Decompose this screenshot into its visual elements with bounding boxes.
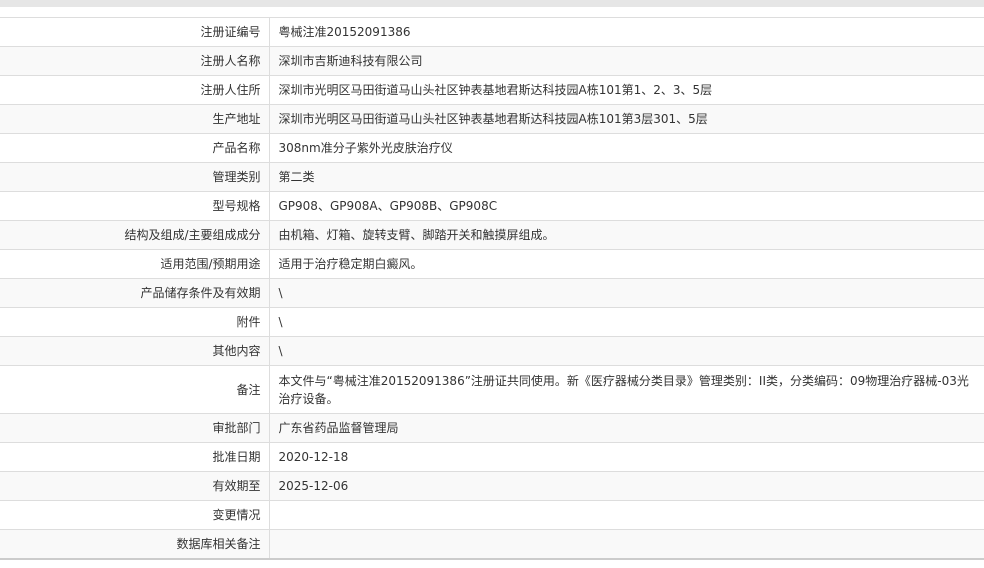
table-row: 管理类别 第二类 xyxy=(0,162,984,192)
table-row: 生产地址 深圳市光明区马田街道马山头社区钟表基地君斯达科技园A栋101第3层30… xyxy=(0,104,984,134)
table-row: 产品名称 308nm准分子紫外光皮肤治疗仪 xyxy=(0,133,984,163)
table-row: 备注 本文件与“粤械注准20152091386”注册证共同使用。新《医疗器械分类… xyxy=(0,365,984,414)
table-row: 其他内容 \ xyxy=(0,336,984,366)
row-value: 广东省药品监督管理局 xyxy=(269,413,984,443)
table-row: 注册证编号 粤械注准20152091386 xyxy=(0,17,984,47)
row-value: 由机箱、灯箱、旋转支臂、脚踏开关和触摸屏组成。 xyxy=(269,220,984,250)
table-row: 变更情况 xyxy=(0,500,984,530)
row-value: 粤械注准20152091386 xyxy=(269,17,984,47)
table-row: 产品储存条件及有效期 \ xyxy=(0,278,984,308)
row-label: 注册人住所 xyxy=(0,75,270,105)
table-row: 有效期至 2025-12-06 xyxy=(0,471,984,501)
row-label: 适用范围/预期用途 xyxy=(0,249,270,279)
row-label: 其他内容 xyxy=(0,336,270,366)
row-label: 注册证编号 xyxy=(0,17,270,47)
row-label: 变更情况 xyxy=(0,500,270,530)
row-value: 第二类 xyxy=(269,162,984,192)
row-value: 深圳市光明区马田街道马山头社区钟表基地君斯达科技园A栋101第3层301、5层 xyxy=(269,104,984,134)
row-label: 数据库相关备注 xyxy=(0,529,270,560)
table-row: 注册人名称 深圳市吉斯迪科技有限公司 xyxy=(0,46,984,76)
top-bar xyxy=(0,0,984,7)
row-label: 产品名称 xyxy=(0,133,270,163)
row-value: 深圳市光明区马田街道马山头社区钟表基地君斯达科技园A栋101第1、2、3、5层 xyxy=(269,75,984,105)
row-value: GP908、GP908A、GP908B、GP908C xyxy=(269,191,984,221)
row-value: \ xyxy=(269,278,984,308)
table-row: 附件 \ xyxy=(0,307,984,337)
registration-detail-table: 注册证编号 粤械注准20152091386 注册人名称 深圳市吉斯迪科技有限公司… xyxy=(0,17,984,560)
row-label: 管理类别 xyxy=(0,162,270,192)
row-value: \ xyxy=(269,336,984,366)
row-label: 型号规格 xyxy=(0,191,270,221)
table-row: 结构及组成/主要组成成分 由机箱、灯箱、旋转支臂、脚踏开关和触摸屏组成。 xyxy=(0,220,984,250)
row-label: 备注 xyxy=(0,365,270,414)
row-value: 308nm准分子紫外光皮肤治疗仪 xyxy=(269,133,984,163)
row-value xyxy=(269,500,984,530)
row-value: 深圳市吉斯迪科技有限公司 xyxy=(269,46,984,76)
row-label: 批准日期 xyxy=(0,442,270,472)
row-value xyxy=(269,529,984,560)
table-row: 型号规格 GP908、GP908A、GP908B、GP908C xyxy=(0,191,984,221)
row-value: 2020-12-18 xyxy=(269,442,984,472)
row-label: 审批部门 xyxy=(0,413,270,443)
table-row: 数据库相关备注 xyxy=(0,529,984,560)
row-value: 2025-12-06 xyxy=(269,471,984,501)
table-row: 批准日期 2020-12-18 xyxy=(0,442,984,472)
table-row: 审批部门 广东省药品监督管理局 xyxy=(0,413,984,443)
row-label: 结构及组成/主要组成成分 xyxy=(0,220,270,250)
row-label: 注册人名称 xyxy=(0,46,270,76)
table-row: 适用范围/预期用途 适用于治疗稳定期白癜风。 xyxy=(0,249,984,279)
row-value: 本文件与“粤械注准20152091386”注册证共同使用。新《医疗器械分类目录》… xyxy=(269,365,984,414)
table-row: 注册人住所 深圳市光明区马田街道马山头社区钟表基地君斯达科技园A栋101第1、2… xyxy=(0,75,984,105)
row-label: 附件 xyxy=(0,307,270,337)
row-label: 产品储存条件及有效期 xyxy=(0,278,270,308)
row-label: 有效期至 xyxy=(0,471,270,501)
row-value: \ xyxy=(269,307,984,337)
row-label: 生产地址 xyxy=(0,104,270,134)
row-value: 适用于治疗稳定期白癜风。 xyxy=(269,249,984,279)
